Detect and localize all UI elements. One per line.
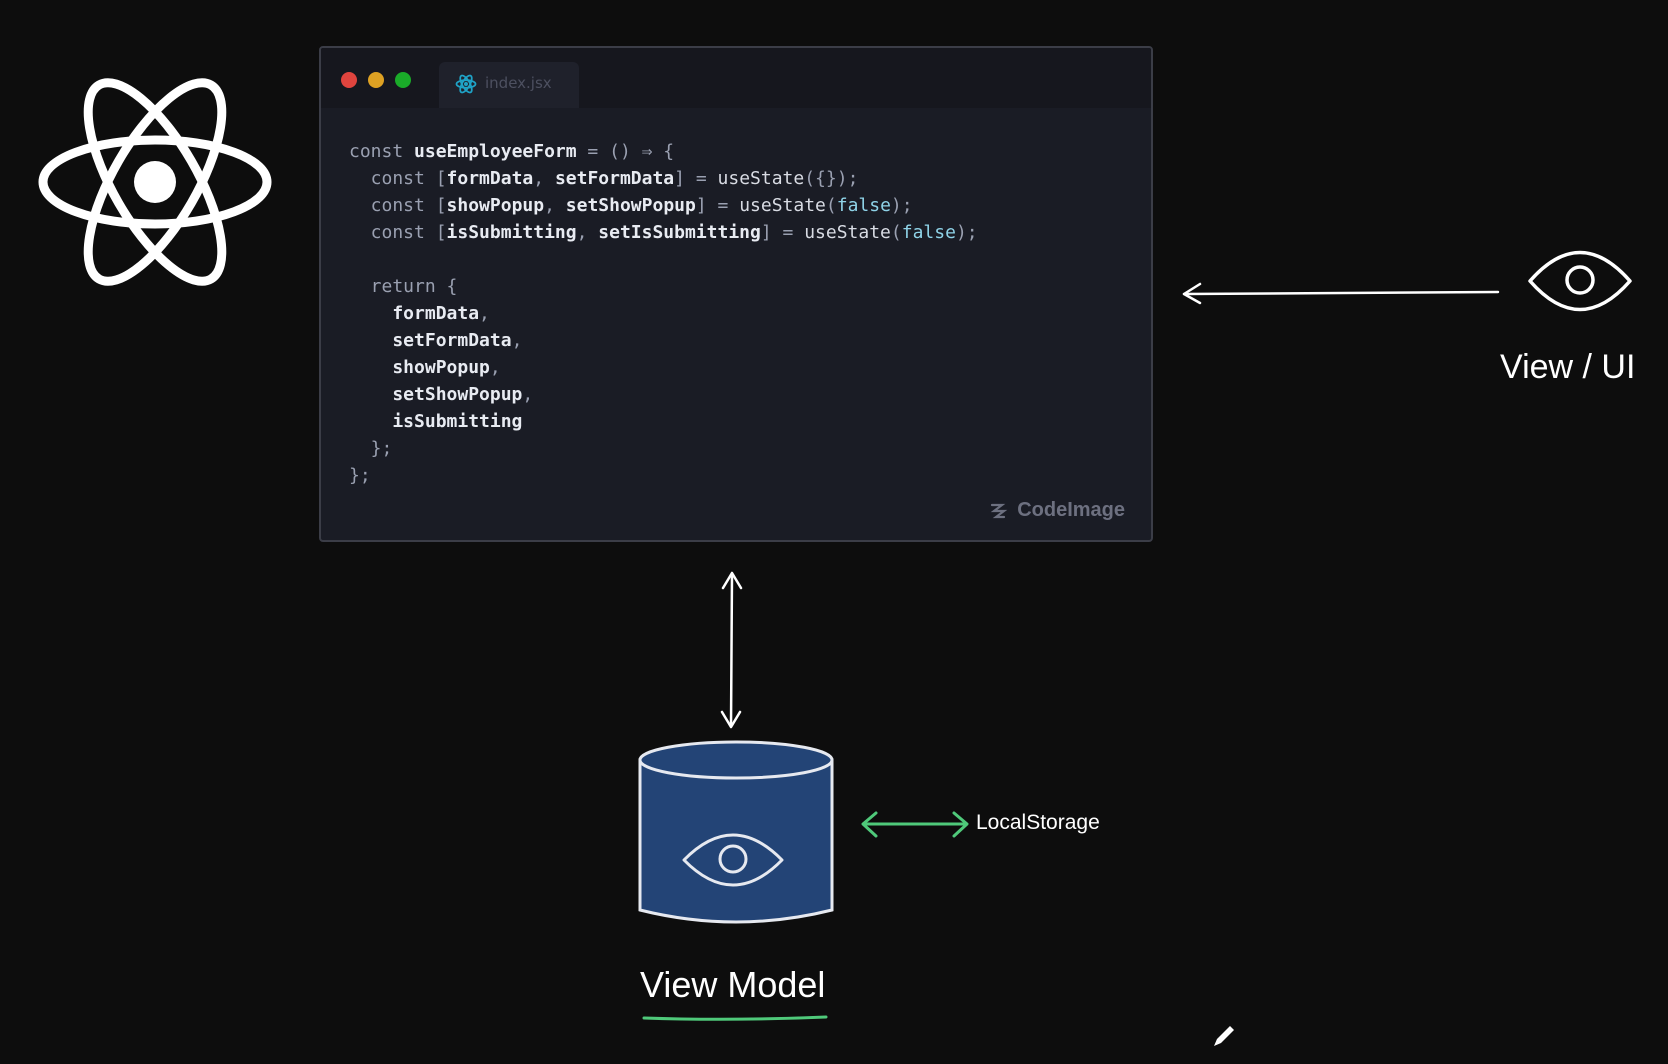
code-token: ( xyxy=(890,222,902,243)
hook-to-viewmodel-arrow xyxy=(720,571,743,729)
code-token: formData xyxy=(349,303,480,324)
code-line: showPopup, xyxy=(349,354,978,381)
code-line: const [formData, setFormData] = useState… xyxy=(349,165,978,192)
code-token: return xyxy=(349,276,447,297)
code-token: const xyxy=(349,222,436,243)
codeimage-watermark: CodeImage xyxy=(987,499,1125,522)
eye-icon xyxy=(1528,250,1632,312)
code-line: setShowPopup, xyxy=(349,381,978,408)
view-ui-label: View / UI xyxy=(1500,348,1636,386)
diagram-canvas: index.jsx const useEmployeeForm = () ⇒ {… xyxy=(0,0,1668,1064)
localstorage-arrow xyxy=(861,811,969,838)
react-logo-icon xyxy=(38,78,272,286)
pencil-icon xyxy=(1214,1026,1234,1046)
code-line: }; xyxy=(349,435,978,462)
code-token: , xyxy=(522,384,534,405)
code-token: const xyxy=(349,168,436,189)
code-token: useState xyxy=(739,195,826,216)
minimize-window-dot[interactable] xyxy=(368,72,384,88)
code-token: }; xyxy=(349,438,393,459)
code-token: useState xyxy=(804,222,891,243)
watermark-label: CodeImage xyxy=(1017,499,1125,521)
code-token: showPopup xyxy=(446,195,545,216)
code-token: const xyxy=(349,195,436,216)
code-window: index.jsx const useEmployeeForm = () ⇒ {… xyxy=(319,46,1153,542)
code-token: setIsSubmitting xyxy=(598,222,761,243)
code-token: { xyxy=(446,276,458,297)
code-token: ] = xyxy=(674,168,718,189)
code-line: formData, xyxy=(349,300,978,327)
code-token: }; xyxy=(349,465,371,486)
database-icon xyxy=(638,740,834,924)
code-line: const [isSubmitting, setIsSubmitting] = … xyxy=(349,219,978,246)
code-block: const useEmployeeForm = () ⇒ { const [fo… xyxy=(349,138,978,489)
code-line: isSubmitting xyxy=(349,408,978,435)
view-model-underline xyxy=(642,1015,828,1021)
code-token: ( xyxy=(825,195,837,216)
code-token: false xyxy=(901,222,956,243)
code-token: isSubmitting xyxy=(349,411,523,432)
code-token: setFormData xyxy=(554,168,675,189)
code-token: useState xyxy=(717,168,805,189)
window-title-bar: index.jsx xyxy=(321,48,1151,108)
code-token: [ xyxy=(435,222,447,243)
code-token: const xyxy=(349,141,415,162)
react-file-icon xyxy=(455,74,477,94)
code-token: showPopup xyxy=(349,357,490,378)
code-token: setShowPopup xyxy=(565,195,696,216)
code-token: isSubmitting xyxy=(446,222,577,243)
code-token: false xyxy=(836,195,891,216)
code-token: useEmployeeForm xyxy=(414,141,577,162)
close-window-dot[interactable] xyxy=(341,72,357,88)
file-tab-label: index.jsx xyxy=(485,74,552,92)
file-tab[interactable]: index.jsx xyxy=(439,62,579,108)
code-token: ); xyxy=(890,195,913,216)
code-line: }; xyxy=(349,462,978,489)
codeimage-logo-icon xyxy=(990,503,1008,518)
code-token: setShowPopup xyxy=(349,384,523,405)
code-line: setFormData, xyxy=(349,327,978,354)
code-token: , xyxy=(479,303,490,324)
code-token: [ xyxy=(435,168,447,189)
view-to-hook-arrow xyxy=(1182,282,1500,305)
code-token: ({}); xyxy=(804,168,859,189)
localstorage-label: LocalStorage xyxy=(976,811,1100,834)
code-token: , xyxy=(489,357,501,378)
code-line: const useEmployeeForm = () ⇒ { xyxy=(349,138,978,165)
code-token: ] = xyxy=(760,222,805,243)
view-model-label: View Model xyxy=(640,964,826,1005)
maximize-window-dot[interactable] xyxy=(395,72,411,88)
code-token: ] = xyxy=(695,195,740,216)
code-token: ); xyxy=(955,222,978,243)
code-line: return { xyxy=(349,273,978,300)
code-token: , xyxy=(511,330,523,351)
code-token: setFormData xyxy=(349,330,512,351)
code-token: , xyxy=(544,195,566,216)
code-token: [ xyxy=(435,195,447,216)
code-token: formData xyxy=(446,168,534,189)
code-line: const [showPopup, setShowPopup] = useSta… xyxy=(349,192,978,219)
code-token: , xyxy=(576,222,599,243)
code-token: , xyxy=(533,168,555,189)
code-token: = () ⇒ { xyxy=(576,141,675,162)
